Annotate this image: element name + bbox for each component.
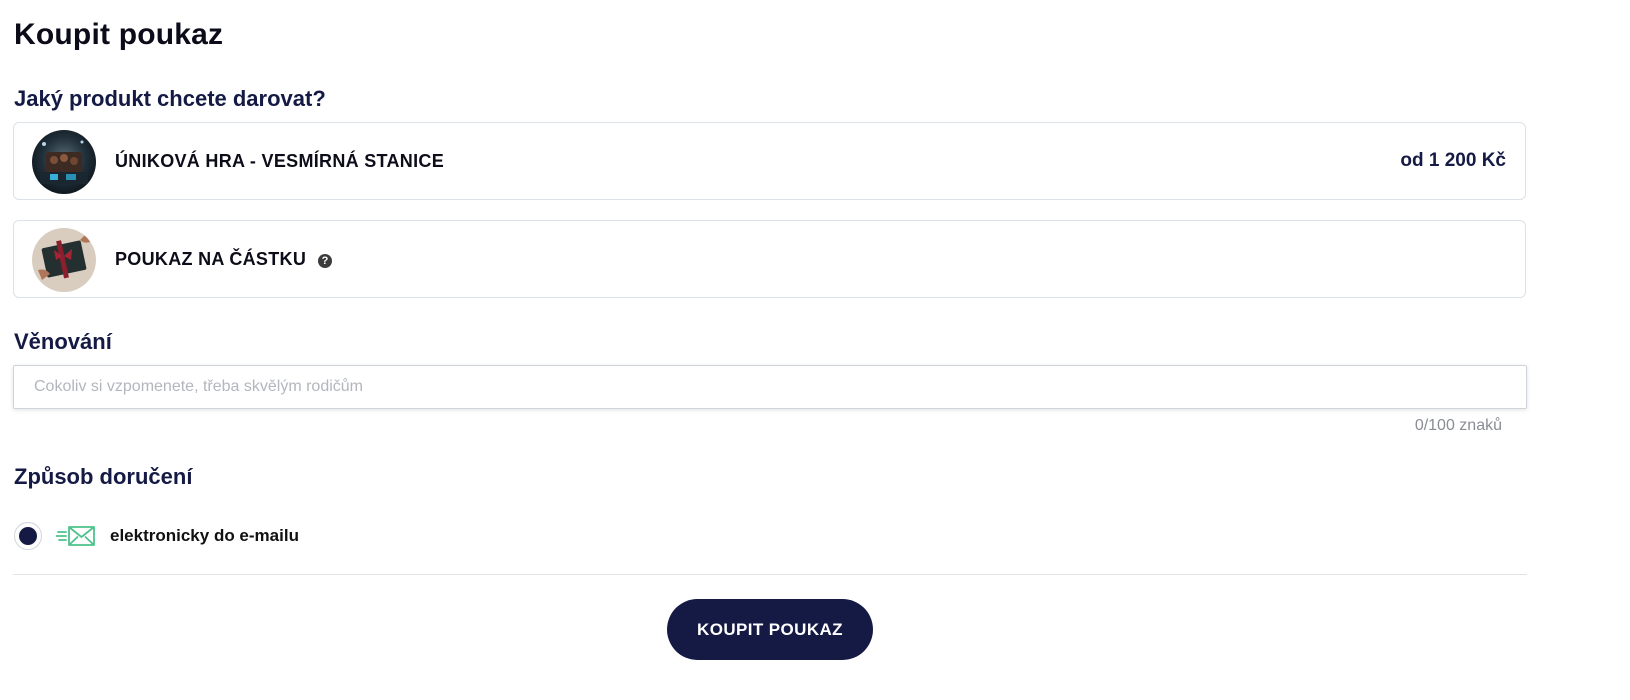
- character-counter: 0/100 znaků: [1414, 417, 1502, 434]
- product-name: ÚNIKOVÁ HRA - VESMÍRNÁ STANICE: [115, 151, 445, 171]
- dedication-heading: Věnování: [14, 329, 112, 354]
- delivery-email-radio[interactable]: [14, 522, 42, 550]
- dedication-input[interactable]: [13, 365, 1527, 409]
- product-option-amount-voucher[interactable]: POUKAZ NA ČÁSTKU?: [13, 220, 1526, 298]
- divider: [13, 574, 1527, 575]
- buy-voucher-button[interactable]: KOUPIT POUKAZ: [667, 599, 873, 660]
- email-send-icon: [55, 524, 96, 553]
- voucher-form: Koupit poukaz Jaký produkt chcete darova…: [0, 0, 1630, 700]
- product-price: od 1 200 Kč: [1400, 150, 1506, 171]
- gift-card-image: [32, 228, 96, 292]
- product-option-escape-game[interactable]: ÚNIKOVÁ HRA - VESMÍRNÁ STANICE od 1 200 …: [13, 122, 1526, 200]
- product-section-heading: Jaký produkt chcete darovat?: [14, 86, 326, 111]
- page-title: Koupit poukaz: [14, 18, 224, 51]
- product-name-label: POUKAZ NA ČÁSTKU: [115, 249, 307, 269]
- delivery-heading: Způsob doručení: [14, 464, 193, 489]
- question-mark-icon[interactable]: ?: [318, 254, 333, 268]
- product-name: POUKAZ NA ČÁSTKU?: [115, 249, 333, 270]
- radio-selected-dot: [19, 527, 37, 545]
- space-station-escape-game-image: [32, 130, 96, 194]
- delivery-option-label[interactable]: elektronicky do e-mailu: [110, 526, 299, 546]
